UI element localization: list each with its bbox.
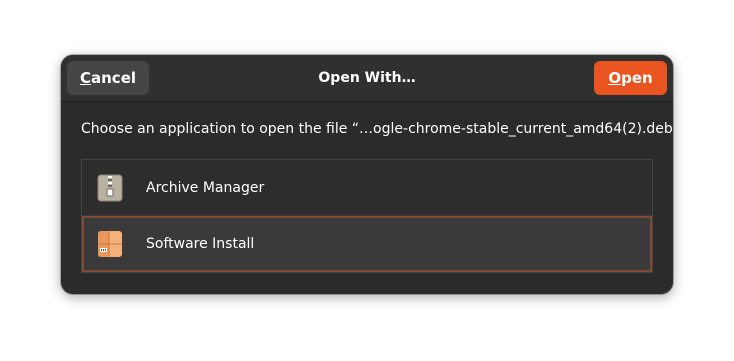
open-label: pen xyxy=(621,69,653,87)
dialog-title: Open With… xyxy=(318,70,416,86)
app-label-software-install: Software Install xyxy=(146,236,255,252)
app-row-archive-manager[interactable]: Archive Manager xyxy=(82,160,652,216)
prompt-text: Choose an application to open the file “… xyxy=(81,121,673,137)
open-button[interactable]: Open xyxy=(594,61,667,95)
cancel-button[interactable]: Cancel xyxy=(67,61,149,95)
archive-manager-icon xyxy=(97,174,123,202)
open-mnemonic: O xyxy=(608,69,622,87)
application-list: Archive Manager Software Install xyxy=(81,159,653,273)
app-label-archive-manager: Archive Manager xyxy=(146,180,265,196)
open-with-dialog: Cancel Open With… Open Choose an applica… xyxy=(61,55,673,294)
cancel-label: ancel xyxy=(91,69,137,87)
header-bar: Cancel Open With… Open xyxy=(61,55,673,102)
app-row-software-install[interactable]: Software Install xyxy=(82,216,652,272)
cancel-mnemonic: C xyxy=(79,69,91,87)
software-install-icon xyxy=(97,230,123,258)
